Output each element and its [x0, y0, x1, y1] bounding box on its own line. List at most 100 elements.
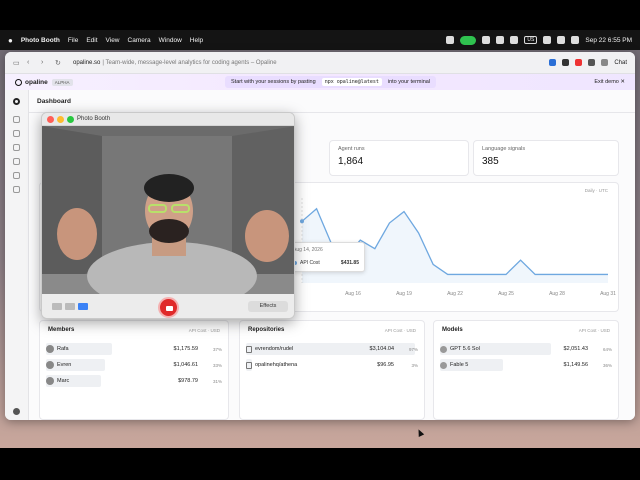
camera-feed-image [42, 126, 294, 294]
promo-text: Start with your sessions by pasting [231, 79, 316, 85]
menu-app-name[interactable]: Photo Booth [21, 37, 60, 44]
exit-demo-button[interactable]: Exit demo ✕ [594, 79, 625, 85]
control-icon[interactable] [446, 36, 455, 44]
stat-value: 385 [482, 156, 499, 167]
tooltip-value: $431.85 [340, 260, 359, 266]
sidebar-item-settings-icon[interactable] [13, 186, 20, 193]
avatar [46, 345, 54, 353]
extension-icon[interactable] [601, 59, 609, 66]
list-item[interactable]: Fable 5 $1,149.56 36% [440, 359, 614, 371]
menu-window[interactable]: Window [159, 37, 182, 44]
zoom-icon[interactable] [67, 116, 74, 123]
row-percent: 97% [408, 346, 418, 352]
row-value: $1,175.59 [173, 346, 198, 352]
settings-icon[interactable] [496, 36, 505, 44]
menu-camera[interactable]: Camera [128, 37, 151, 44]
forward-icon[interactable]: › [41, 59, 50, 66]
x-tick-label: Aug 25 [498, 291, 514, 297]
chat-button[interactable]: Chat [614, 60, 627, 66]
row-label: Evren [57, 362, 72, 368]
grid-view-icon[interactable] [52, 303, 62, 310]
extension-icon[interactable] [562, 59, 570, 66]
sidebar-item-history-icon[interactable] [13, 130, 20, 137]
close-icon[interactable] [47, 116, 54, 123]
effects-button[interactable]: Effects [248, 301, 288, 312]
extension-icon[interactable] [588, 59, 596, 66]
stat-label: Language signals [482, 146, 526, 152]
row-name: GPT 5.6 Sol [440, 345, 480, 353]
row-percent: 36% [602, 362, 612, 368]
reload-icon[interactable]: ↻ [55, 59, 64, 67]
minimize-icon[interactable] [57, 116, 64, 123]
list-item[interactable]: evrendom/rudel $3,104.04 97% [246, 343, 420, 355]
input-source-badge[interactable]: US [524, 36, 538, 44]
sidebar-item-analytics-icon[interactable] [13, 116, 20, 123]
tooltip-series-name: API Cost [300, 260, 320, 266]
tooltip-date: Aug 14, 2026 [293, 247, 323, 253]
row-name: Rafa [46, 345, 69, 353]
extensions: Chat [549, 59, 627, 66]
logo-icon[interactable] [13, 98, 20, 105]
list-item[interactable]: opalinehq/athena $96.95 3% [246, 359, 420, 371]
x-tick-label: Aug 16 [345, 291, 361, 297]
repository-icon [246, 361, 252, 369]
opaline-logo-icon [15, 78, 22, 86]
url-text[interactable]: opaline.so [73, 60, 100, 66]
screen: ● Photo Booth File Edit View Camera Wind… [0, 0, 640, 480]
menu-file[interactable]: File [68, 37, 78, 44]
stat-card-agent-runs: Agent runs 1,864 [329, 140, 469, 176]
stat-card-language-signals: Language signals 385 [473, 140, 619, 176]
row-label: evrendom/rudel [255, 346, 294, 352]
row-percent: 64% [602, 346, 612, 352]
row-name: Marc [46, 377, 69, 385]
sidebar-item-reports-icon[interactable] [13, 144, 20, 151]
row-value: $978.79 [178, 378, 198, 384]
row-value: $3,104.04 [369, 346, 394, 352]
list-item[interactable]: Rafa $1,175.59 37% [46, 343, 224, 355]
record-button[interactable] [158, 297, 179, 318]
menu-view[interactable]: View [106, 37, 120, 44]
row-percent: 31% [212, 378, 222, 384]
window-title: Photo Booth [77, 116, 111, 122]
back-icon[interactable]: ‹ [27, 59, 36, 66]
video-mode-icon[interactable] [78, 303, 88, 310]
bluetooth-icon[interactable] [482, 36, 491, 44]
search-icon[interactable] [557, 36, 566, 44]
wifi-icon[interactable] [543, 36, 552, 44]
page-title: Dashboard [37, 98, 71, 105]
row-value: $1,149.56 [563, 362, 588, 368]
row-label: Fable 5 [450, 362, 469, 368]
stat-value: 1,864 [338, 156, 364, 167]
camera-active-icon[interactable] [460, 35, 477, 45]
data-point[interactable] [300, 219, 304, 224]
panel-title: Members [48, 327, 75, 333]
promo-text-after: into your terminal [387, 79, 431, 85]
panel-column-label: API Cost · USD [384, 328, 416, 333]
list-item[interactable]: Marc $978.79 31% [46, 375, 224, 387]
video-camera-icon [166, 306, 173, 311]
menu-help[interactable]: Help [190, 37, 203, 44]
window-titlebar[interactable]: Photo Booth [42, 113, 294, 126]
clock[interactable]: Sep 22 6:55 PM [585, 37, 632, 44]
sidebar-item-folders-icon[interactable] [13, 158, 20, 165]
extension-icon[interactable] [549, 59, 557, 66]
list-item[interactable]: GPT 5.6 Sol $2,051.43 64% [440, 343, 614, 355]
apple-icon[interactable]: ● [8, 36, 13, 45]
model-icon [440, 361, 447, 369]
strip-view-icon[interactable] [65, 303, 75, 310]
extension-icon[interactable] [575, 59, 583, 66]
install-command[interactable]: npx opaline@latest [321, 78, 382, 86]
url-bar: ▭ ‹ › ↻ opaline.so | Team-wide, message-… [5, 52, 635, 74]
sidebar-toggle-icon[interactable]: ▭ [13, 59, 22, 67]
row-name: Evren [46, 361, 71, 369]
audio-icon[interactable] [510, 36, 519, 44]
list-item[interactable]: Evren $1,046.61 33% [46, 359, 224, 371]
user-avatar[interactable] [13, 408, 20, 415]
brand-logo[interactable]: opaline [15, 78, 48, 86]
control-center-icon[interactable] [571, 36, 580, 44]
stat-label: Agent runs [338, 146, 365, 152]
sidebar-item-team-icon[interactable] [13, 172, 20, 179]
x-tick-label: Aug 19 [396, 291, 412, 297]
menu-edit[interactable]: Edit [86, 37, 97, 44]
row-label: opalinehq/athena [255, 362, 298, 368]
